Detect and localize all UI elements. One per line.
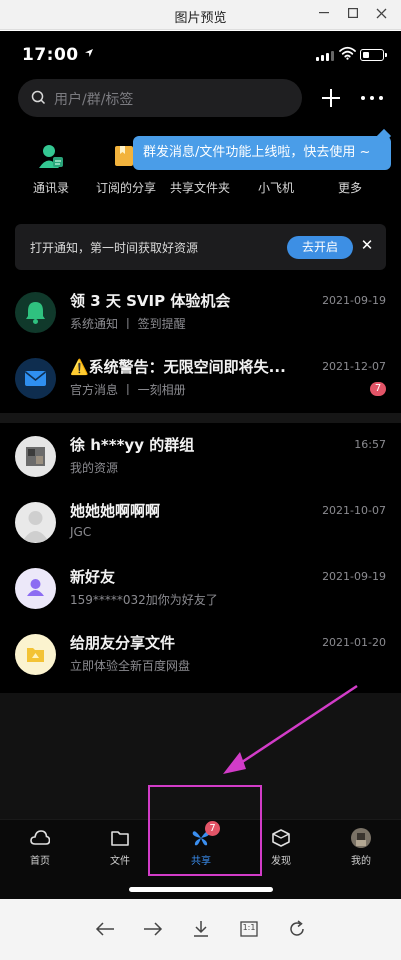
item-subtitle: 159*****032加你为好友了 (70, 593, 218, 607)
item-title: 她她她啊啊啊 (70, 502, 161, 520)
location-arrow-icon (84, 47, 94, 62)
item-title: ⚠️系统警告：无限空间即将失... (70, 358, 286, 376)
unread-badge: 7 (370, 382, 386, 396)
discover-cube-icon (271, 828, 291, 848)
item-title: 徐 h***yy 的群组 (70, 436, 195, 454)
section-divider (0, 413, 401, 423)
share-file-icon (15, 634, 56, 675)
search-icon (31, 90, 46, 109)
tooltip-arrow (376, 128, 392, 144)
close-icon[interactable] (370, 4, 392, 22)
cellular-signal-icon (316, 51, 334, 61)
list-item-group[interactable]: 徐 h***yy 的群组 我的资源 16:57 (0, 429, 401, 495)
more-dots-icon[interactable] (361, 94, 383, 102)
shortcut-contacts[interactable]: 通讯录 (11, 141, 91, 207)
enable-notification-button[interactable]: 去开启 (287, 236, 353, 259)
group-avatar (15, 436, 56, 477)
tab-home[interactable]: 首页 (10, 826, 70, 876)
viewer-toolbar: 1:1 (0, 899, 401, 960)
status-bar: 17:00 (0, 31, 401, 77)
shortcut-label: 通讯录 (32, 181, 69, 195)
item-title: 给朋友分享文件 (70, 634, 176, 652)
contacts-icon (38, 143, 64, 169)
tab-files[interactable]: 文件 (90, 826, 150, 876)
rotate-icon[interactable] (286, 918, 308, 940)
notification-banner: 打开通知，第一时间获取好资源 去开启 ✕ (15, 224, 386, 270)
item-date: 2021-10-07 (322, 504, 386, 517)
shortcut-label: 更多 (337, 181, 362, 195)
new-friend-icon (15, 568, 56, 609)
cloud-home-icon (30, 828, 51, 848)
item-subtitle: 立即体验全新百度网盘 (70, 659, 191, 673)
default-avatar (15, 502, 56, 543)
status-time: 17:00 (22, 45, 79, 65)
item-date: 2021-09-19 (322, 570, 386, 583)
actual-size-icon[interactable]: 1:1 (238, 918, 260, 940)
list-item-system-notice[interactable]: 领 3 天 SVIP 体验机会 系统通知 丨 签到提醒 2021-09-19 (0, 285, 401, 351)
item-date: 2021-01-20 (322, 636, 386, 649)
item-subtitle: 我的资源 (70, 461, 119, 475)
item-date: 2021-12-07 (322, 360, 386, 373)
minimize-icon[interactable] (313, 4, 335, 22)
phone-screen: 17:00 用户/群/标签 通讯录 订阅的分享 共享文件夹 小飞机 更多 群发消… (0, 31, 401, 899)
list-item-system-warning[interactable]: ⚠️系统警告：无限空间即将失... 官方消息 丨 一刻相册 2021-12-07… (0, 351, 401, 417)
shortcut-label: 共享文件夹 (169, 181, 230, 195)
download-icon[interactable] (190, 918, 212, 940)
item-date: 16:57 (354, 438, 386, 451)
profile-avatar (351, 828, 371, 848)
bell-icon (15, 292, 56, 333)
battery-icon (360, 49, 387, 61)
tab-label: 首页 (30, 856, 50, 867)
item-date: 2021-09-19 (322, 294, 386, 307)
item-subtitle: 系统通知 丨 签到提醒 (70, 317, 186, 331)
search-placeholder: 用户/群/标签 (54, 92, 134, 108)
tab-label: 我的 (351, 856, 371, 867)
home-indicator (129, 887, 273, 892)
tab-label: 文件 (110, 856, 130, 867)
feature-tooltip[interactable]: 群发消息/文件功能上线啦，快去使用 ~ (133, 128, 392, 170)
close-banner-icon[interactable]: ✕ (360, 238, 374, 253)
item-subtitle: JGC (70, 525, 92, 539)
maximize-icon[interactable] (342, 4, 364, 22)
shortcut-label: 订阅的分享 (95, 181, 156, 195)
annotation-highlight-box (148, 785, 262, 876)
item-title: 领 3 天 SVIP 体验机会 (70, 292, 231, 310)
folder-icon (110, 828, 130, 848)
tab-me[interactable]: 我的 (331, 826, 391, 876)
actual-size-label: 1:1 (242, 923, 256, 932)
item-subtitle: 官方消息 丨 一刻相册 (70, 383, 186, 397)
list-item-share-file[interactable]: 给朋友分享文件 立即体验全新百度网盘 2021-01-20 (0, 627, 401, 693)
plus-icon[interactable] (319, 86, 343, 110)
forward-arrow-icon[interactable] (142, 918, 164, 940)
list-item-new-friend[interactable]: 新好友 159*****032加你为好友了 2021-09-19 (0, 561, 401, 627)
back-arrow-icon[interactable] (94, 918, 116, 940)
shortcut-label: 小飞机 (257, 181, 294, 195)
notification-text: 打开通知，第一时间获取好资源 (30, 241, 199, 255)
item-title: 新好友 (70, 568, 116, 586)
tooltip-text: 群发消息/文件功能上线啦，快去使用 ~ (143, 145, 371, 160)
viewer-title-bar: 图片预览 (0, 0, 401, 30)
list-item-contact[interactable]: 她她她啊啊啊 JGC 2021-10-07 (0, 495, 401, 561)
search-input[interactable]: 用户/群/标签 (18, 79, 302, 117)
viewer-title: 图片预览 (174, 11, 227, 26)
wifi-icon (339, 45, 356, 64)
mail-icon (15, 358, 56, 399)
